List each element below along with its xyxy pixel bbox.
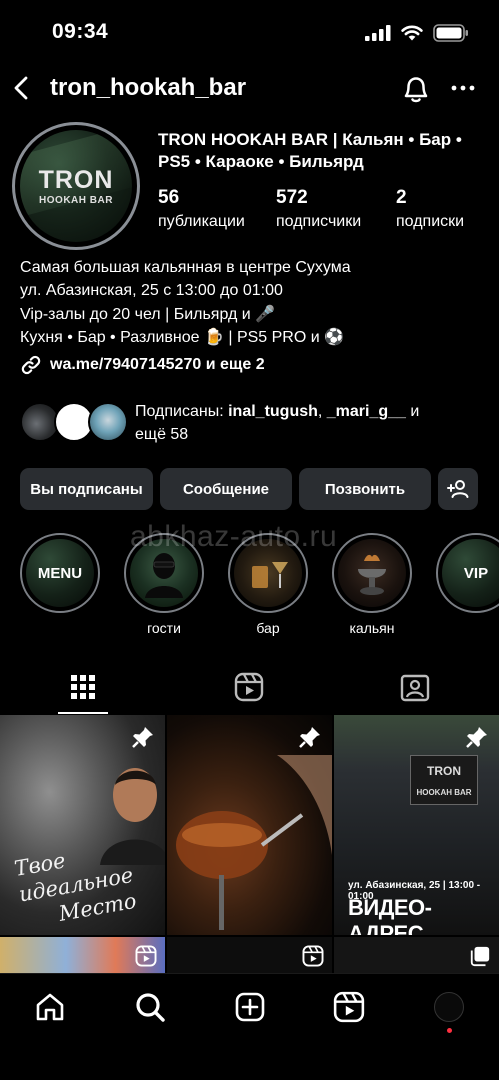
highlight-cover	[338, 539, 406, 607]
profile-avatar-small	[434, 992, 464, 1022]
avatar-image: TRON HOOKAH BAR	[20, 130, 132, 242]
follower-username[interactable]: inal_tugush	[228, 403, 318, 420]
sign-text: TRON	[427, 763, 461, 778]
nav-reels[interactable]	[332, 990, 366, 1024]
reels-icon	[234, 672, 264, 702]
sign-text: HOOKAH BAR	[416, 787, 472, 797]
post-thumbnail[interactable]: Твое идеальное Место	[0, 715, 165, 935]
storefront-sign: TRON HOOKAH BAR	[410, 755, 478, 805]
followed-by-row[interactable]: Подписаны: inal_tugush, _mari_g__ и ещё 5…	[20, 400, 490, 446]
cocktail-glass-icon	[252, 562, 288, 588]
post-thumbnail[interactable]	[334, 937, 499, 973]
pin-icon	[132, 727, 153, 748]
highlight-guests[interactable]: гости	[124, 533, 204, 636]
bio-link-text: wa.me/79407145270 и еще 2	[50, 356, 265, 373]
reels-icon	[135, 945, 157, 967]
follower-avatar	[88, 402, 128, 442]
following-label: подписки	[396, 213, 465, 230]
notification-dot	[447, 1028, 452, 1033]
followed-by-text: Подписаны: inal_tugush, _mari_g__ и ещё 5…	[135, 403, 420, 443]
highlight-cover: MENU	[26, 539, 94, 607]
active-tab-indicator	[58, 712, 108, 714]
bio-line: Самая большая кальянная в центре Сухума	[20, 259, 351, 276]
highlight-hookah[interactable]: кальян	[332, 533, 412, 636]
post-thumbnail[interactable]	[167, 715, 332, 935]
nav-home[interactable]	[33, 990, 67, 1024]
profile-avatar[interactable]: TRON HOOKAH BAR	[12, 122, 140, 250]
followers-label: подписчики	[276, 213, 362, 230]
back-arrow-icon[interactable]	[10, 74, 34, 102]
pin-icon	[299, 727, 320, 748]
create-post-icon	[235, 992, 265, 1022]
followers-more: ещё 58	[135, 426, 189, 443]
post-thumbnail[interactable]	[0, 937, 165, 973]
battery-icon	[433, 24, 468, 42]
message-button[interactable]: Сообщение	[160, 468, 292, 510]
bio-line: Кухня • Бар • Разливное 🍺 | PS5 PRO и ⚽	[20, 328, 345, 346]
more-options-icon[interactable]	[450, 74, 476, 102]
pin-icon	[466, 727, 487, 748]
posts-grid: Твое идеальное Место TRON HOOKAH BAR ул.…	[0, 715, 499, 973]
post-thumbnail[interactable]: TRON HOOKAH BAR ул. Абазинская, 25 | 13:…	[334, 715, 499, 935]
top-nav: tron_hookah_bar	[0, 66, 499, 114]
tagged-person-icon	[400, 674, 430, 702]
bell-icon[interactable]	[400, 72, 432, 106]
subscribed-button[interactable]: Вы подписаны	[20, 468, 153, 510]
highlight-menu[interactable]: MENU	[20, 533, 100, 613]
posts-count: 56	[158, 187, 180, 208]
stat-followers[interactable]: 572 подписчики	[276, 187, 361, 233]
link-icon	[21, 355, 41, 375]
glass-photo	[176, 755, 332, 930]
nav-create[interactable]	[233, 990, 267, 1024]
profile-tabs	[0, 660, 499, 714]
highlight-cover: VIP	[442, 539, 499, 607]
bio-line: Vip-залы до 20 чел | Бильярд и 🎤	[20, 305, 276, 323]
bottom-nav	[0, 973, 499, 1080]
person-silhouette-icon	[145, 553, 183, 598]
bio-link[interactable]: wa.me/79407145270 и еще 2	[20, 354, 265, 376]
tab-grid[interactable]	[0, 660, 166, 714]
highlight-bar[interactable]: бар	[228, 533, 308, 636]
status-icons	[365, 24, 469, 42]
profile-bio: Самая большая кальянная в центре Сухума …	[20, 256, 490, 349]
highlight-label: бар	[256, 620, 280, 636]
highlight-label: кальян	[349, 620, 395, 636]
following-count: 2	[396, 187, 407, 208]
highlight-vip[interactable]: VIP	[436, 533, 499, 613]
carousel-icon	[470, 946, 490, 967]
profile-username: tron_hookah_bar	[50, 74, 247, 101]
highlight-cover	[130, 539, 198, 607]
posts-label: публикации	[158, 213, 245, 230]
logo-sub-text: HOOKAH BAR	[39, 195, 113, 206]
tab-tagged[interactable]	[332, 660, 498, 714]
profile-display-name: TRON HOOKAH BAR | Кальян • Бар • PS5 • К…	[158, 130, 462, 171]
post-thumbnail[interactable]	[167, 937, 332, 973]
search-icon	[136, 993, 165, 1022]
highlight-cover	[234, 539, 302, 607]
reels-icon	[333, 991, 365, 1023]
grid-icon	[71, 675, 95, 699]
signal-icon	[365, 25, 391, 41]
wifi-icon	[401, 25, 423, 41]
reels-icon	[302, 945, 324, 967]
highlight-label: гости	[147, 620, 181, 636]
add-user-button[interactable]	[438, 468, 478, 510]
add-user-icon	[447, 480, 469, 498]
home-icon	[36, 993, 64, 1021]
status-bar: 09:34	[0, 0, 499, 66]
nav-search[interactable]	[133, 990, 167, 1024]
call-button[interactable]: Позвонить	[299, 468, 431, 510]
follower-username[interactable]: _mari_g__	[327, 403, 406, 420]
bio-line: ул. Абазинская, 25 с 13:00 до 01:00	[20, 282, 283, 300]
stat-following[interactable]: 2 подписки	[396, 187, 464, 233]
followers-count: 572	[276, 187, 308, 208]
nav-profile[interactable]	[432, 990, 466, 1024]
status-time: 09:34	[52, 20, 109, 43]
tab-reels[interactable]	[166, 660, 332, 714]
stat-posts[interactable]: 56 публикации	[158, 187, 245, 233]
hookah-bowl-icon	[358, 554, 386, 595]
post-title: ВИДЕО-АДРЕС	[348, 895, 432, 935]
logo-main-text: TRON	[38, 166, 114, 194]
